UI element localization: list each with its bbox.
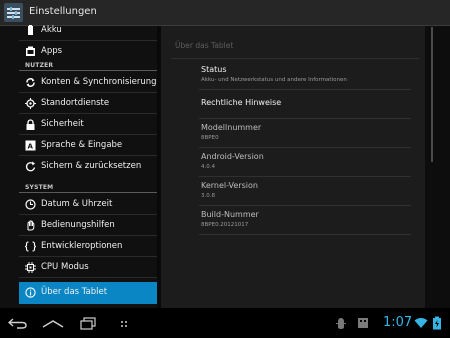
- pref-title: Android-Version: [201, 152, 264, 161]
- item-divider: [19, 277, 157, 278]
- scrollbar[interactable]: [431, 27, 433, 162]
- list-item-security[interactable]: Sicherheit: [19, 114, 157, 135]
- list-item-developer-options[interactable]: Entwickleroptionen: [19, 236, 157, 257]
- breadcrumb-divider: [171, 58, 419, 59]
- pref-kernel-version: Kernel-Version 3.0.8: [199, 177, 411, 206]
- list-item-accounts-sync[interactable]: Konten & Synchronisierung: [19, 72, 157, 93]
- pref-title: Build-Nummer: [201, 210, 259, 219]
- battery-icon: [28, 25, 33, 35]
- breadcrumb: Über das Tablet: [175, 41, 234, 50]
- list-item-location[interactable]: Standortdienste: [19, 93, 157, 114]
- pref-value: 8BPE0: [201, 135, 219, 141]
- back-icon[interactable]: [8, 318, 28, 329]
- pref-title: Modellnummer: [201, 123, 262, 132]
- pref-android-version[interactable]: Android-Version 4.0.4: [199, 148, 411, 177]
- svg-text:A: A: [28, 143, 34, 151]
- pref-status[interactable]: Status Akku- und Netzwerkstatus und ande…: [199, 62, 411, 90]
- apps-icon: [26, 46, 35, 56]
- pref-title: Status: [201, 65, 227, 74]
- pref-value: 3.0.8: [201, 193, 215, 199]
- section-header-system: SYSTEM: [25, 184, 54, 191]
- list-item-label: Akku: [41, 25, 62, 35]
- pref-value: 4.0.4: [201, 164, 215, 170]
- pref-model-number: Modellnummer 8BPE0: [199, 119, 411, 148]
- pref-divider: [199, 234, 411, 235]
- list-item-apps[interactable]: Apps: [19, 41, 157, 62]
- list-item-label: Konten & Synchronisierung: [41, 77, 157, 87]
- list-item-label: CPU Modus: [41, 262, 89, 272]
- list-item-date-time[interactable]: Datum & Uhrzeit: [19, 194, 157, 215]
- list-item-cpu-mode[interactable]: CPU Modus: [19, 257, 157, 278]
- list-item-language[interactable]: A Sprache & Eingabe: [19, 135, 157, 156]
- backup-icon: [25, 161, 36, 172]
- menu-icon[interactable]: [120, 320, 128, 328]
- battery-status-icon[interactable]: [432, 316, 442, 330]
- right-gutter: [425, 26, 450, 308]
- pref-title: Rechtliche Hinweise: [201, 98, 282, 107]
- location-icon: [25, 98, 36, 109]
- sd-card-icon[interactable]: [357, 317, 369, 329]
- language-icon: A: [25, 140, 36, 151]
- usb-debugging-icon[interactable]: [336, 317, 346, 330]
- list-item-label: Über das Tablet: [41, 287, 108, 297]
- recent-apps-icon[interactable]: [80, 317, 96, 330]
- list-item-label: Datum & Uhrzeit: [41, 199, 113, 209]
- list-item-accessibility[interactable]: Bedienungshilfen: [19, 215, 157, 236]
- app-title: Einstellungen: [29, 6, 97, 17]
- list-item-label: Standortdienste: [41, 98, 110, 108]
- pref-legal-notices[interactable]: Rechtliche Hinweise: [199, 90, 411, 119]
- section-header-user: NUTZER: [25, 62, 54, 69]
- detail-panel: Über das Tablet Status Akku- und Netzwer…: [161, 26, 425, 308]
- section-divider: [19, 70, 157, 71]
- system-bar: 1:07: [0, 308, 450, 338]
- lock-icon: [26, 119, 35, 130]
- accessibility-icon: [27, 220, 35, 231]
- list-item-label: Entwickleroptionen: [41, 241, 123, 251]
- list-item-backup-reset[interactable]: Sichern & zurücksetzen: [19, 156, 157, 177]
- settings-list: Akku Apps NUTZER Konten & Synchronisieru…: [0, 25, 161, 308]
- pref-value: 8BPE0.20121017: [201, 222, 249, 228]
- sync-icon: [26, 78, 35, 87]
- info-icon: [25, 287, 36, 298]
- pref-title: Kernel-Version: [201, 181, 258, 190]
- pref-build-number: Build-Nummer 8BPE0.20121017: [199, 206, 411, 235]
- developer-icon: [25, 241, 36, 252]
- clock[interactable]: 1:07: [383, 315, 412, 330]
- section-divider: [19, 192, 157, 193]
- list-item-akku[interactable]: Akku: [19, 20, 157, 41]
- list-item-label: Sichern & zurücksetzen: [41, 161, 142, 171]
- list-item-label: Apps: [41, 46, 63, 56]
- list-item-label: Bedienungshilfen: [41, 220, 115, 230]
- clock-icon: [25, 199, 36, 210]
- list-item-label: Sprache & Eingabe: [41, 140, 123, 150]
- list-item-label: Sicherheit: [41, 119, 84, 129]
- home-icon[interactable]: [42, 320, 64, 328]
- list-item-about-tablet[interactable]: Über das Tablet: [19, 282, 157, 304]
- wifi-icon[interactable]: [414, 317, 428, 329]
- cpu-icon: [25, 262, 36, 273]
- pref-summary: Akku- und Netzwerkstatus und andere Info…: [201, 77, 347, 83]
